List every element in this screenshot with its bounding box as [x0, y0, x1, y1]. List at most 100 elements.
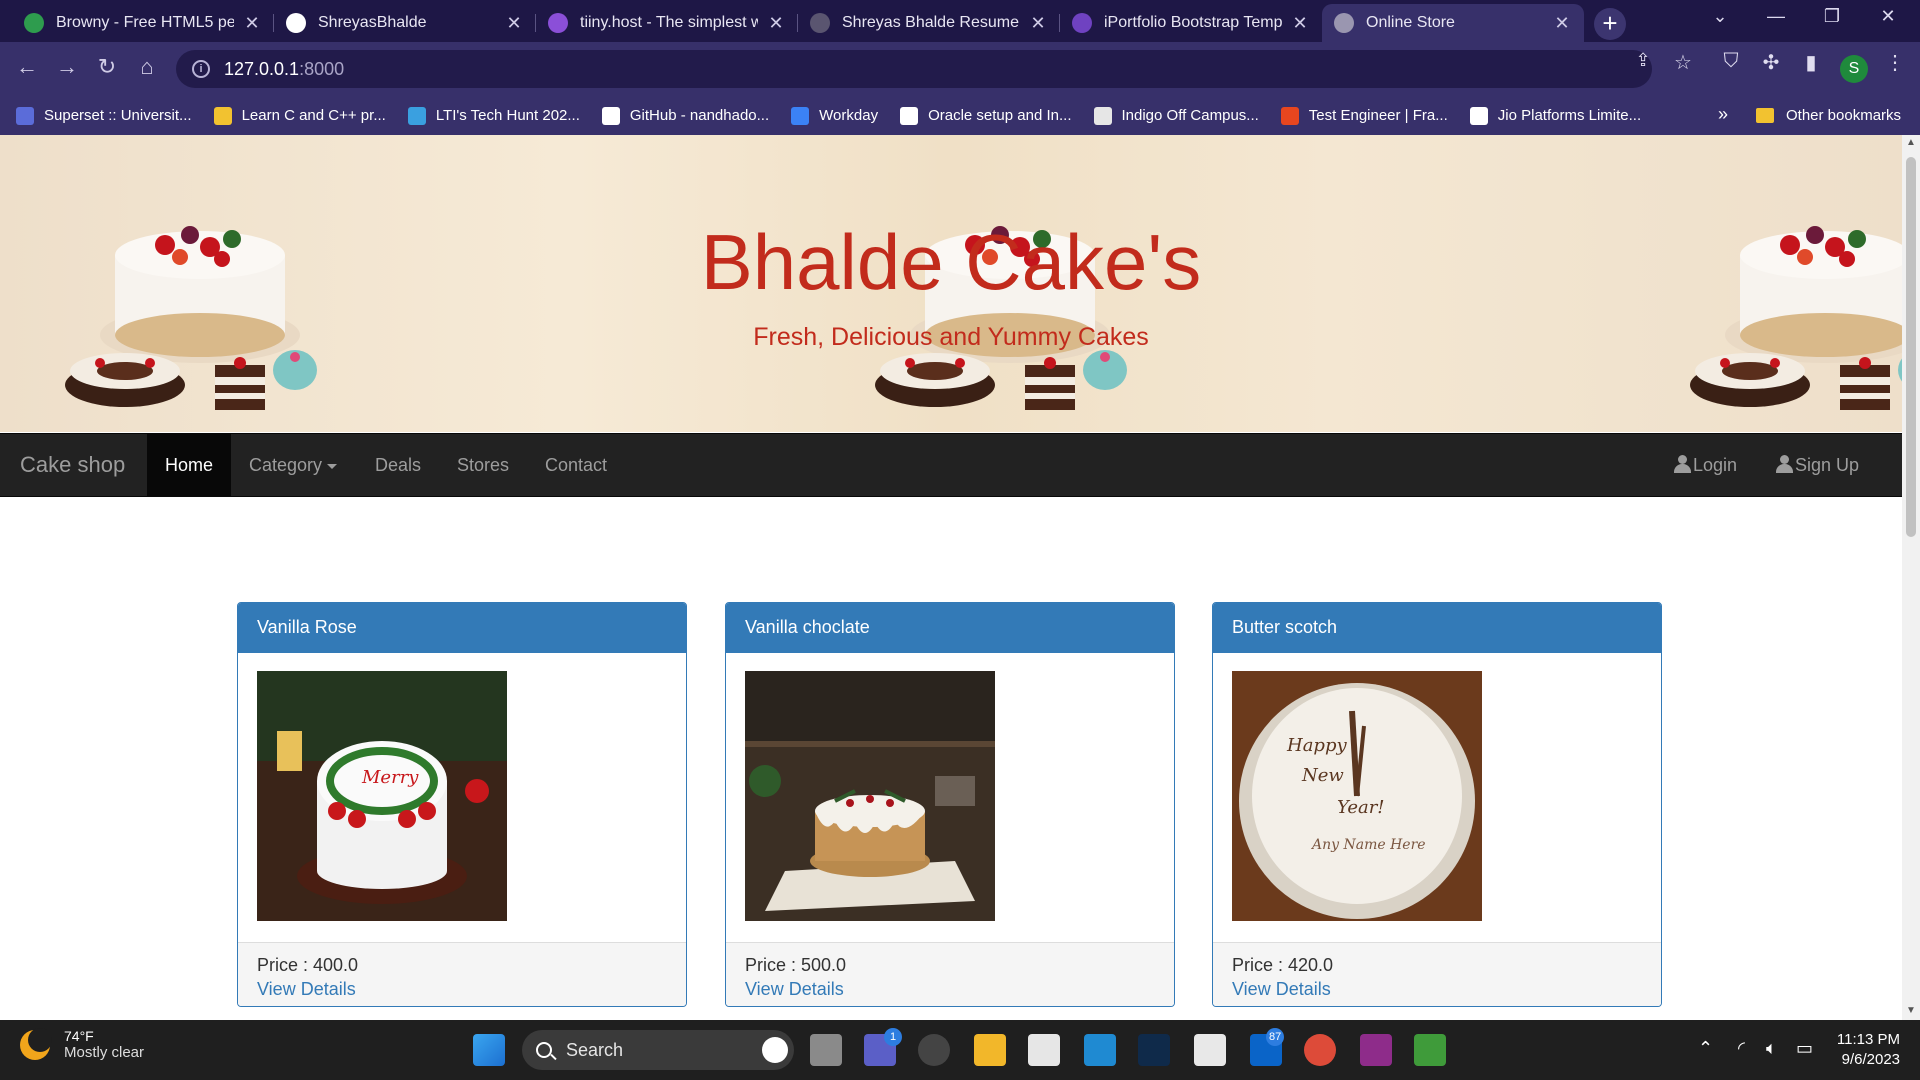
- windows-start-icon[interactable]: [473, 1034, 505, 1066]
- bookmark-lti[interactable]: LTI's Tech Hunt 202...: [407, 106, 580, 125]
- media-player-icon[interactable]: [918, 1034, 950, 1066]
- bookmark-indigo[interactable]: Indigo Off Campus...: [1093, 106, 1259, 125]
- nav-stores[interactable]: Stores: [439, 434, 527, 496]
- close-window-button[interactable]: ✕: [1868, 6, 1908, 27]
- other-bookmarks[interactable]: Other bookmarks: [1756, 96, 1901, 135]
- editor-icon[interactable]: [1414, 1034, 1446, 1066]
- share-icon[interactable]: ⇪: [1628, 50, 1658, 71]
- show-hidden-icons-icon[interactable]: ⌃: [1698, 1038, 1713, 1059]
- restore-button[interactable]: ❐: [1812, 6, 1852, 27]
- file-explorer-icon[interactable]: [974, 1034, 1006, 1066]
- minimize-button[interactable]: —: [1756, 6, 1796, 27]
- product-name: Butter scotch: [1213, 603, 1661, 653]
- bing-icon: [762, 1037, 788, 1063]
- nav-category[interactable]: Category: [231, 434, 355, 496]
- address-bar[interactable]: i 127.0.0.1:8000: [176, 50, 1652, 88]
- login-link[interactable]: Login: [1656, 434, 1755, 496]
- notepad-icon[interactable]: [1194, 1034, 1226, 1066]
- scroll-down-arrow-icon[interactable]: ▼: [1906, 1005, 1916, 1016]
- brand-link[interactable]: Cake shop: [20, 452, 125, 478]
- bookmark-github[interactable]: GitHub - nandhado...: [601, 106, 769, 125]
- product-card: Vanilla Rose Merry Price : 400.0 View De…: [237, 602, 687, 1007]
- store-icon[interactable]: [1028, 1034, 1060, 1066]
- url-host: 127.0.0.1: [224, 58, 300, 79]
- extensions-icon[interactable]: ✣: [1756, 50, 1786, 75]
- bookmark-superset[interactable]: Superset :: Universit...: [16, 106, 192, 125]
- menu-dots-icon[interactable]: ⋮: [1880, 50, 1910, 75]
- nav-home[interactable]: Home: [147, 434, 232, 496]
- bookmark-favicon-icon: [213, 106, 232, 125]
- moon-weather-icon: [20, 1027, 52, 1060]
- tab-online-store[interactable]: Online Store ✕: [1322, 4, 1584, 42]
- side-panel-icon[interactable]: ▮: [1796, 50, 1826, 75]
- view-details-link[interactable]: View Details: [1232, 979, 1644, 1000]
- caret-down-icon: [327, 463, 338, 469]
- winrar-icon[interactable]: [1360, 1034, 1392, 1066]
- bookmark-learn-c[interactable]: Learn C and C++ pr...: [213, 106, 386, 125]
- close-tab-icon[interactable]: ✕: [504, 13, 524, 34]
- bookmark-star-icon[interactable]: ☆: [1668, 50, 1698, 75]
- product-image[interactable]: Happy New Year! Any Name Here: [1232, 671, 1482, 921]
- site-info-icon[interactable]: i: [192, 60, 210, 78]
- close-tab-icon[interactable]: ✕: [1290, 13, 1310, 34]
- scroll-up-arrow-icon[interactable]: ▲: [1906, 137, 1916, 148]
- forward-button[interactable]: →: [52, 54, 82, 80]
- profile-avatar[interactable]: S: [1840, 55, 1868, 83]
- view-details-link[interactable]: View Details: [745, 979, 1157, 1000]
- wifi-icon[interactable]: ◜: [1738, 1038, 1745, 1059]
- nav-contact[interactable]: Contact: [527, 434, 625, 496]
- bookmark-test-engineer[interactable]: Test Engineer | Fra...: [1280, 106, 1448, 125]
- bookmark-oracle[interactable]: Oracle setup and In...: [900, 106, 1072, 125]
- page-scrollbar[interactable]: ▲ ▼: [1902, 135, 1920, 1020]
- weather-widget[interactable]: 74°F Mostly clear: [20, 1027, 144, 1061]
- tab-github[interactable]: ShreyasBhalde ✕: [274, 4, 536, 42]
- tab-browny[interactable]: Browny - Free HTML5 perso ✕: [12, 4, 274, 42]
- nav-deals[interactable]: Deals: [357, 434, 439, 496]
- github-icon: [601, 106, 620, 125]
- taskbar-search[interactable]: Search: [522, 1030, 794, 1070]
- tab-title: iPortfolio Bootstrap Templa: [1104, 14, 1282, 31]
- bookmark-favicon-icon: [16, 106, 34, 125]
- scrollbar-thumb[interactable]: [1906, 157, 1916, 537]
- vscode-icon[interactable]: [1084, 1034, 1116, 1066]
- product-image[interactable]: Merry: [257, 671, 507, 921]
- bookmark-workday[interactable]: Workday: [791, 106, 878, 125]
- product-price: Price : 420.0: [1232, 955, 1334, 975]
- back-button[interactable]: ←: [12, 54, 42, 80]
- user-icon: [1674, 455, 1691, 473]
- tab-iportfolio[interactable]: iPortfolio Bootstrap Templa ✕: [1060, 4, 1322, 42]
- battery-icon[interactable]: ▭: [1796, 1038, 1813, 1059]
- system-clock[interactable]: 11:13 PM 9/6/2023: [1820, 1030, 1900, 1070]
- bookmarks-overflow-button[interactable]: »: [1718, 104, 1728, 125]
- bookmark-label: Test Engineer | Fra...: [1308, 107, 1448, 124]
- tab-favicon-icon: [286, 13, 306, 33]
- product-price: Price : 400.0: [257, 955, 359, 975]
- tab-title: tiiny.host - The simplest wa: [580, 14, 758, 31]
- reload-button[interactable]: ↻: [92, 54, 122, 80]
- shield-extension-icon[interactable]: ⛉: [1716, 50, 1746, 73]
- page-viewport: Bhalde Cake's Fresh, Delicious and Yummy…: [0, 135, 1902, 1020]
- task-view-icon[interactable]: [810, 1034, 842, 1066]
- tab-search-chevron-icon[interactable]: ⌄: [1700, 6, 1740, 27]
- new-tab-button[interactable]: +: [1594, 8, 1626, 40]
- close-tab-icon[interactable]: ✕: [242, 13, 262, 34]
- tab-tiiny[interactable]: tiiny.host - The simplest wa ✕: [536, 4, 798, 42]
- signup-link[interactable]: Sign Up: [1758, 434, 1877, 496]
- mysql-icon[interactable]: [1138, 1034, 1170, 1066]
- cake-inscription: Happy: [1286, 735, 1347, 756]
- bookmark-jio[interactable]: Jio Platforms Limite...: [1469, 106, 1641, 125]
- teams-badge: 1: [884, 1028, 902, 1046]
- chrome-icon[interactable]: [1304, 1034, 1336, 1066]
- close-tab-icon[interactable]: ✕: [766, 13, 786, 34]
- folder-icon: [1756, 108, 1774, 123]
- view-details-link[interactable]: View Details: [257, 979, 669, 1000]
- close-tab-icon[interactable]: ✕: [1552, 13, 1572, 34]
- product-image[interactable]: [745, 671, 995, 921]
- home-button[interactable]: ⌂: [132, 54, 162, 80]
- tab-resume[interactable]: Shreyas Bhalde Resume.pdf ✕: [798, 4, 1060, 42]
- volume-icon[interactable]: 🔈︎: [1766, 1038, 1777, 1059]
- close-tab-icon[interactable]: ✕: [1028, 13, 1048, 34]
- product-name: Vanilla Rose: [238, 603, 686, 653]
- bookmark-label: Indigo Off Campus...: [1121, 107, 1259, 124]
- nav-category-label: Category: [249, 455, 323, 475]
